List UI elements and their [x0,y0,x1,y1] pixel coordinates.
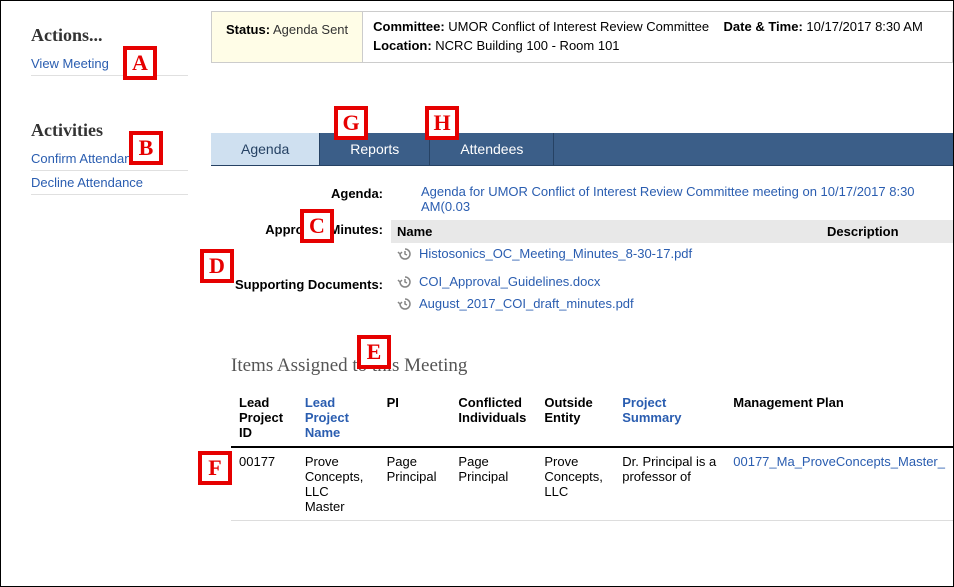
doc-row: Histosonics_OC_Meeting_Minutes_8-30-17.p… [391,243,953,265]
items-table: Lead Project ID Lead Project Name PI Con… [231,389,953,521]
cell-outside: Prove Concepts, LLC [536,447,614,521]
view-meeting-link[interactable]: View Meeting [31,52,188,76]
agenda-link[interactable]: Agenda for UMOR Conflict of Interest Rev… [421,184,915,214]
sidebar: Actions... View Meeting Activities Confi… [1,1,196,586]
th-pi: PI [379,389,451,447]
doc-col-name: Name [397,224,827,239]
items-heading: Items Assigned to this Meeting [231,355,953,377]
datetime-value: 10/17/2017 8:30 AM [806,19,922,34]
main-content: Status: Agenda Sent Committee: UMOR Conf… [196,1,953,586]
history-icon[interactable] [397,296,413,312]
th-outside: Outside Entity [536,389,614,447]
committee-label: Committee: [373,19,445,34]
doc-row: August_2017_COI_draft_minutes.pdf [391,293,953,315]
tab-agenda[interactable]: Agenda [211,133,320,165]
doc-link[interactable]: Histosonics_OC_Meeting_Minutes_8-30-17.p… [419,246,692,261]
minutes-table: Name Description Histosonics_OC_Meeting_… [391,220,953,265]
callout-d: D [200,249,234,283]
datetime-label: Date & Time: [724,19,803,34]
callout-h: H [425,106,459,140]
meta-box: Committee: UMOR Conflict of Interest Rev… [363,12,952,62]
cell-pi: Page Principal [379,447,451,521]
agenda-label: Agenda: [231,184,391,201]
th-summary[interactable]: Project Summary [614,389,725,447]
activities-heading: Activities [31,120,188,141]
callout-c: C [300,209,334,243]
callout-f: F [198,451,232,485]
cell-plan-link[interactable]: 00177_Ma_ProveConcepts_Master_ [733,454,945,469]
cell-lead-name: Prove Concepts, LLC Master [297,447,379,521]
tabs-bar: Agenda Reports Attendees [211,133,953,166]
th-lead-id: Lead Project ID [231,389,297,447]
doc-link[interactable]: COI_Approval_Guidelines.docx [419,274,600,289]
location-value: NCRC Building 100 - Room 101 [435,38,619,53]
doc-row: COI_Approval_Guidelines.docx [391,271,953,293]
cell-summary: Dr. Principal is a professor of [614,447,725,521]
th-plan: Management Plan [725,389,953,447]
doc-link[interactable]: August_2017_COI_draft_minutes.pdf [419,296,634,311]
history-icon[interactable] [397,246,413,262]
callout-a: A [123,46,157,80]
cell-conflicted: Page Principal [450,447,536,521]
cell-lead-id: 00177 [231,447,297,521]
th-lead-name[interactable]: Lead Project Name [297,389,379,447]
supporting-docs-label: Supporting Documents: [231,271,391,292]
callout-g: G [334,106,368,140]
history-icon[interactable] [397,274,413,290]
decline-attendance-link[interactable]: Decline Attendance [31,171,188,195]
status-bar: Status: Agenda Sent Committee: UMOR Conf… [211,11,953,63]
confirm-attendance-link[interactable]: Confirm Attendance [31,147,188,171]
location-label: Location: [373,38,432,53]
callout-e: E [357,335,391,369]
status-value: Agenda Sent [273,22,348,37]
status-label: Status: [226,22,270,37]
committee-value: UMOR Conflict of Interest Review Committ… [448,19,709,34]
actions-heading: Actions... [31,25,188,46]
table-row: 00177 Prove Concepts, LLC Master Page Pr… [231,447,953,521]
status-box: Status: Agenda Sent [212,12,363,62]
doc-col-desc: Description [827,224,947,239]
callout-b: B [129,131,163,165]
th-conflicted: Conflicted Individuals [450,389,536,447]
